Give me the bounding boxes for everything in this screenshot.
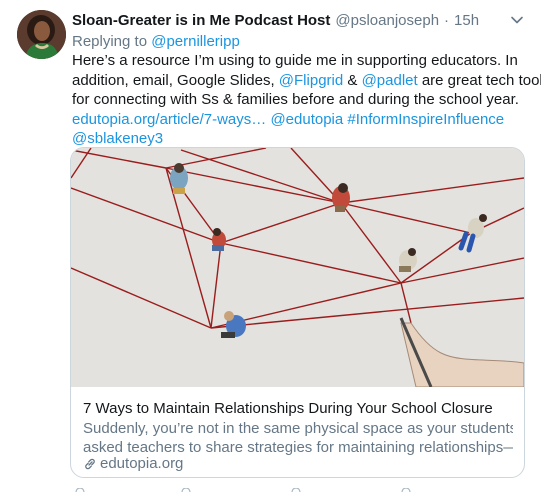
tweet-text: Here’s a resource I’m using to guide me … bbox=[72, 51, 541, 149]
tweet-actions-bar bbox=[75, 488, 411, 492]
user-handle[interactable]: @psloanjoseph bbox=[335, 11, 439, 31]
tweet-text-line: addition, email, Google Slides, @Flipgri… bbox=[72, 71, 541, 91]
text-segment: addition, email, Google Slides, bbox=[72, 71, 279, 89]
link-preview-card[interactable]: 7 Ways to Maintain Relationships During … bbox=[70, 147, 525, 478]
tweet[interactable]: Sloan-Greater is in Me Podcast Host @psl… bbox=[0, 0, 541, 492]
mention-flipgrid[interactable]: @Flipgrid bbox=[279, 72, 343, 89]
separator-dot: · bbox=[444, 12, 450, 29]
link-icon bbox=[85, 458, 95, 470]
hashtag-link[interactable]: #InformInspireInfluence bbox=[347, 111, 504, 128]
card-title[interactable]: 7 Ways to Maintain Relationships During … bbox=[83, 400, 493, 418]
mention-padlet[interactable]: @padlet bbox=[362, 72, 418, 89]
mention-edutopia[interactable]: @edutopia bbox=[270, 111, 343, 128]
text-segment: & bbox=[343, 71, 362, 89]
card-image[interactable] bbox=[71, 148, 524, 387]
tweet-text-line: @sblakeney3 bbox=[72, 129, 527, 149]
tweet-text-line: for connecting with Ss & families before… bbox=[72, 91, 519, 108]
mention-sblakeney3[interactable]: @sblakeney3 bbox=[72, 130, 163, 147]
card-domain[interactable]: edutopia.org bbox=[83, 455, 183, 473]
reply-mention[interactable]: @pernilleripp bbox=[151, 33, 240, 50]
timestamp[interactable]: 15h bbox=[454, 11, 479, 31]
text-segment: are great tech tools bbox=[417, 71, 541, 89]
card-description: Suddenly, you’re not in the same physica… bbox=[83, 419, 513, 457]
replying-to: Replying to @pernilleripp bbox=[72, 32, 240, 52]
chevron-down-icon[interactable] bbox=[510, 13, 524, 27]
avatar[interactable] bbox=[17, 10, 66, 59]
replying-to-label: Replying to bbox=[72, 33, 152, 50]
card-domain-text: edutopia.org bbox=[100, 455, 184, 472]
tweet-text-line: edutopia.org/article/7-ways… @edutopia #… bbox=[72, 110, 527, 130]
card-description-line: Suddenly, you’re not in the same physica… bbox=[83, 420, 513, 437]
article-link[interactable]: edutopia.org/article/7-ways… bbox=[72, 111, 266, 128]
tweet-text-line: Here’s a resource I’m using to guide me … bbox=[72, 52, 518, 69]
display-name[interactable]: Sloan-Greater is in Me Podcast Host bbox=[72, 11, 330, 31]
tweet-header: Sloan-Greater is in Me Podcast Host @psl… bbox=[72, 11, 502, 31]
